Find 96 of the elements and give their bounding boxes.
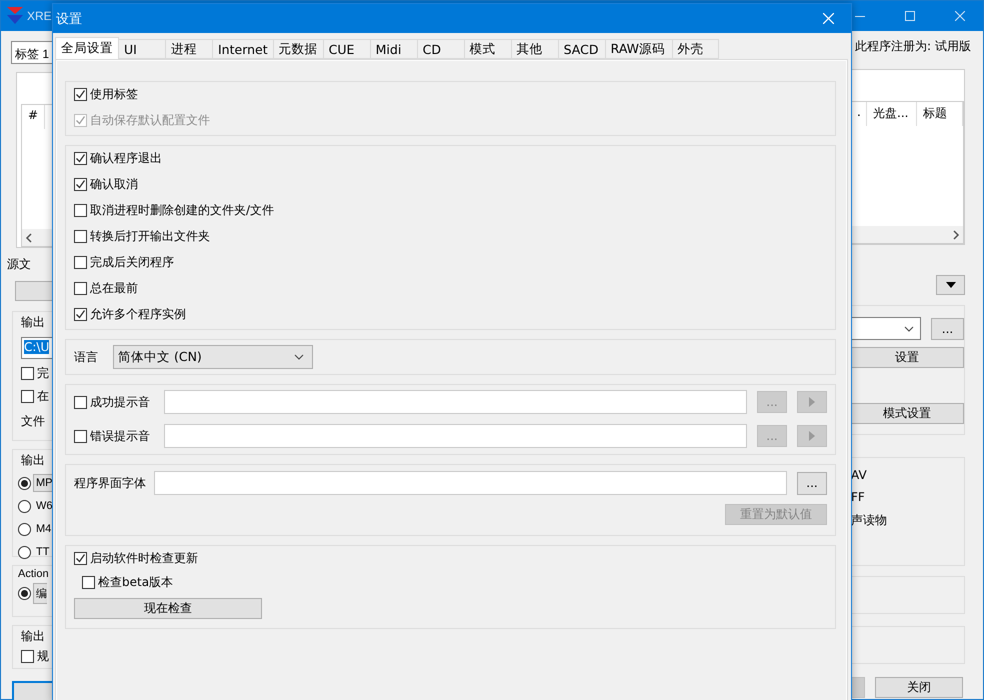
tab[interactable]: RAW源码	[604, 39, 673, 59]
tab[interactable]: 其他	[510, 39, 559, 59]
chevron-down-icon	[294, 354, 304, 360]
tab[interactable]: Internet	[212, 39, 274, 59]
tab[interactable]: 全局设置	[55, 37, 119, 59]
scroll-bar[interactable]	[22, 229, 53, 246]
column-header[interactable]: #	[22, 105, 46, 129]
checkbox-label: 启动软件时检查更新	[90, 550, 198, 567]
convert-button[interactable]	[12, 681, 52, 700]
tab[interactable]: 标签 1	[11, 41, 53, 64]
font-field[interactable]	[154, 471, 787, 495]
radio-label: 编	[33, 583, 47, 604]
checkbox[interactable]	[74, 552, 87, 565]
checkbox[interactable]	[74, 308, 87, 321]
checkbox-label: 确认取消	[90, 176, 138, 193]
check-now-button[interactable]: 现在检查	[74, 598, 262, 619]
radio-label: M4	[35, 522, 52, 537]
checkbox-label: 检查beta版本	[98, 574, 174, 591]
font-label: 程序界面字体	[74, 474, 146, 492]
checkbox-label: 总在最前	[90, 280, 138, 297]
sound-file-field[interactable]	[164, 424, 747, 448]
column-header[interactable]: 标题	[917, 102, 963, 126]
tab[interactable]: 进程	[165, 39, 213, 59]
play-icon	[809, 431, 815, 441]
group-label: Action	[18, 568, 50, 580]
format-option-label: 声读物	[851, 512, 888, 529]
close-icon[interactable]	[955, 11, 965, 21]
checkbox-label: 完成后关闭程序	[90, 254, 174, 271]
checkbox-label: 使用标签	[90, 86, 138, 103]
checkbox-label: 在	[37, 388, 49, 405]
checkbox[interactable]	[21, 367, 34, 380]
checkbox-label: 确认程序退出	[90, 150, 162, 167]
checkbox[interactable]	[74, 178, 87, 191]
checkbox-label: 自动保存默认配置文件	[90, 112, 210, 129]
tab[interactable]: Midi	[370, 39, 418, 59]
checkbox-label: 错误提示音	[90, 428, 150, 444]
checkbox[interactable]	[74, 282, 87, 295]
tab[interactable]: CD	[416, 39, 465, 59]
checkbox[interactable]	[74, 230, 87, 243]
close-button[interactable]: 关闭	[875, 677, 963, 698]
field-label: 文件	[21, 413, 46, 430]
checkbox-label: 取消进程时删除创建的文件夹/文件	[90, 202, 274, 219]
radio-button[interactable]	[18, 587, 31, 600]
checkbox-label: 完	[37, 365, 49, 382]
registration-status: 此程序注册为: 试用版	[854, 38, 972, 55]
radio-label: MP	[33, 474, 52, 492]
window-title: XRE	[27, 9, 52, 23]
format-combo[interactable]	[851, 317, 921, 340]
group-label: 输出	[21, 314, 46, 331]
mode-settings-button[interactable]: 模式设置	[851, 403, 964, 424]
dropdown-button[interactable]	[936, 275, 965, 295]
sound-file-field[interactable]	[164, 390, 747, 414]
checkbox-label: 成功提示音	[90, 394, 150, 410]
radio-label: TT	[35, 545, 50, 560]
group-label: 输出	[21, 628, 46, 645]
scroll-bar[interactable]	[851, 226, 963, 243]
checkbox-label: 规	[37, 648, 49, 665]
toolbar-panel	[15, 281, 53, 301]
language-label: 语言	[74, 348, 98, 366]
path-field[interactable]: C:\U	[21, 337, 53, 359]
maximize-icon[interactable]	[905, 11, 915, 21]
radio-button[interactable]	[18, 546, 31, 558]
play-icon	[809, 397, 815, 407]
tab[interactable]: 模式	[464, 39, 512, 59]
radio-button[interactable]	[18, 476, 31, 490]
action-button[interactable]	[851, 677, 865, 698]
tab[interactable]: 外壳	[672, 39, 719, 59]
chevron-down-icon	[904, 326, 914, 332]
radio-button[interactable]	[18, 500, 31, 512]
tab[interactable]: 元数据	[272, 39, 324, 59]
checkbox[interactable]	[21, 650, 34, 663]
section-label: 源文	[7, 256, 32, 273]
checkbox[interactable]	[82, 576, 95, 589]
tab[interactable]: UI	[118, 39, 166, 59]
settings-button[interactable]: 设置	[851, 347, 964, 368]
triangle-down-icon	[946, 282, 956, 288]
checkbox-label: 允许多个程序实例	[90, 306, 186, 323]
checkbox[interactable]	[74, 256, 87, 269]
dialog-title: 设置	[56, 10, 82, 28]
radio-label: W6	[35, 499, 52, 514]
checkbox[interactable]	[74, 152, 87, 165]
format-option-label: FF	[851, 490, 866, 504]
browse-button[interactable]: ...	[797, 472, 827, 494]
app-logo-icon	[7, 7, 23, 25]
checkbox[interactable]	[74, 88, 87, 101]
tab[interactable]: CUE	[322, 39, 371, 59]
checkbox[interactable]	[21, 390, 34, 403]
browse-button[interactable]: ...	[931, 318, 964, 340]
group-label: 输出	[21, 452, 46, 469]
radio-button[interactable]	[18, 522, 31, 536]
column-header[interactable]: 光盘...	[867, 102, 917, 126]
format-option-label: AV	[851, 468, 868, 482]
checkbox-label: 转换后打开输出文件夹	[90, 228, 210, 245]
tab[interactable]: SACD	[558, 39, 606, 59]
checkbox[interactable]	[74, 204, 87, 217]
language-select[interactable]: 简体中文 (CN)	[113, 345, 313, 369]
